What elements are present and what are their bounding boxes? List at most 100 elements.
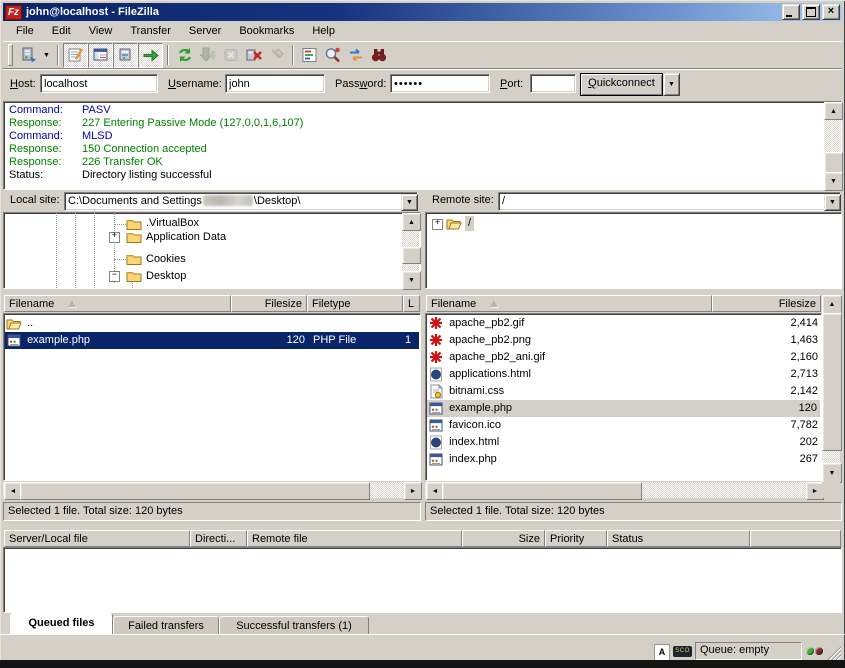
toolbar-grip[interactable] (8, 44, 13, 66)
site-manager-dropdown[interactable]: ▼ (40, 45, 53, 66)
resize-grip[interactable] (826, 645, 841, 660)
activity-led-green (806, 647, 814, 655)
scroll-down-button[interactable]: ▼ (824, 172, 843, 191)
process-queue-button[interactable] (196, 44, 219, 67)
quickconnect-dropdown[interactable]: ▼ (663, 73, 680, 96)
toggle-message-log-button[interactable] (63, 43, 88, 68)
queue-status: Queue: empty (695, 642, 802, 660)
host-input[interactable] (40, 74, 158, 93)
expand-icon[interactable]: + (109, 232, 120, 243)
tab-failed-transfers[interactable]: Failed transfers (113, 616, 219, 634)
cancel-operation-button[interactable] (219, 44, 242, 67)
file-row-selected[interactable]: example.php 120 (427, 400, 820, 417)
disconnect-button[interactable] (242, 44, 265, 67)
file-row[interactable]: apache_pb2_ani.gif 2,160 (428, 349, 819, 366)
expand-icon[interactable]: + (432, 219, 443, 230)
tree-root-label[interactable]: / (465, 216, 474, 231)
open-folder-icon (6, 316, 22, 331)
scroll-up-button[interactable]: ▲ (822, 295, 842, 314)
scroll-thumb[interactable] (20, 482, 370, 500)
username-label: Username: (168, 78, 222, 90)
column-header-filename[interactable]: Filename (4, 295, 231, 312)
column-header-size[interactable]: Size (462, 530, 545, 547)
php-file-icon (428, 452, 444, 467)
file-row-parent[interactable]: .. (6, 315, 418, 332)
toggle-queue-button[interactable] (138, 43, 163, 68)
minimize-button[interactable] (782, 4, 800, 20)
reconnect-button[interactable] (265, 44, 288, 67)
toggle-remote-tree-button[interactable] (113, 43, 138, 68)
menu-transfer[interactable]: Transfer (121, 23, 180, 39)
menu-help[interactable]: Help (303, 23, 344, 39)
apache-image-icon (428, 316, 444, 331)
transfer-type-indicator[interactable]: A (654, 644, 670, 661)
folder-icon (126, 229, 142, 244)
column-header-filesize[interactable]: Filesize (231, 295, 307, 312)
compare-directories-button[interactable] (321, 44, 344, 67)
password-input[interactable] (390, 74, 490, 93)
file-row-selected[interactable]: example.php 120 PHP File 1 (5, 332, 419, 349)
scroll-thumb[interactable] (822, 313, 842, 451)
tab-queued-files[interactable]: Queued files (10, 613, 113, 634)
remote-path-combo[interactable]: / (498, 192, 841, 211)
window-title: john@localhost - FileZilla (26, 6, 780, 18)
cancel-icon (222, 46, 240, 64)
column-header-lastmodified[interactable]: L (403, 295, 420, 312)
menu-bookmarks[interactable]: Bookmarks (230, 23, 303, 39)
file-row[interactable]: apache_pb2.gif 2,414 (428, 315, 819, 332)
scroll-thumb[interactable] (442, 482, 642, 500)
close-button[interactable]: × (822, 4, 840, 20)
port-label: Port: (500, 78, 523, 90)
column-header-status[interactable]: Status (607, 530, 750, 547)
column-header-priority[interactable]: Priority (545, 530, 607, 547)
scroll-up-button[interactable]: ▲ (824, 102, 843, 120)
find-files-button[interactable] (367, 44, 390, 67)
scroll-up-button[interactable]: ▲ (402, 213, 421, 231)
folder-icon (126, 268, 142, 283)
file-row[interactable]: bitnami.css 2,142 (428, 383, 819, 400)
column-header-filename[interactable]: Filename (426, 295, 712, 312)
local-selection-status: Selected 1 file. Total size: 120 bytes (3, 502, 421, 521)
quickconnect-bar: Host: Username: Password: Port: Quickcon… (3, 68, 842, 98)
refresh-button[interactable] (173, 44, 196, 67)
sync-browsing-icon (347, 46, 365, 64)
tab-successful-transfers[interactable]: Successful transfers (1) (219, 616, 369, 634)
username-input[interactable] (225, 74, 325, 93)
column-header-server-local-file[interactable]: Server/Local file (4, 530, 190, 547)
collapse-icon[interactable]: − (109, 271, 120, 282)
local-path-combo[interactable]: C:\Documents and Settings\Desktop\ (64, 192, 418, 211)
column-header-filesize[interactable]: Filesize (712, 295, 821, 312)
file-row[interactable]: apache_pb2.png 1,463 (428, 332, 819, 349)
column-header-filetype[interactable]: Filetype (307, 295, 403, 312)
local-path-dropdown[interactable]: ▼ (401, 194, 418, 211)
quickconnect-button[interactable]: Quickconnect (580, 73, 663, 96)
column-header-direction[interactable]: Directi... (190, 530, 247, 547)
scroll-right-button[interactable]: ► (404, 482, 422, 500)
directory-filter-button[interactable] (298, 44, 321, 67)
menu-file[interactable]: File (7, 23, 43, 39)
remote-path-dropdown[interactable]: ▼ (824, 194, 841, 211)
menu-server[interactable]: Server (180, 23, 230, 39)
remote-site-label: Remote site: (427, 192, 499, 211)
encryption-badge[interactable]: SCO (673, 646, 692, 657)
scroll-thumb[interactable] (824, 152, 843, 173)
scroll-thumb[interactable] (402, 247, 421, 264)
file-row[interactable]: index.html 202 (428, 434, 819, 451)
toggle-local-tree-button[interactable] (88, 43, 113, 68)
toolbar: ▼ (3, 41, 842, 68)
file-row[interactable]: favicon.ico 7,782 (428, 417, 819, 434)
synchronized-browsing-button[interactable] (344, 44, 367, 67)
scroll-down-button[interactable]: ▼ (822, 463, 842, 483)
file-row[interactable]: applications.html 2,713 (428, 366, 819, 383)
maximize-button[interactable] (802, 4, 820, 20)
column-header-remote-file[interactable]: Remote file (247, 530, 462, 547)
site-manager-button[interactable] (17, 44, 40, 67)
message-log: Command:PASV Response:227 Entering Passi… (3, 101, 842, 190)
activity-led-red (815, 647, 823, 655)
menu-edit[interactable]: Edit (43, 23, 80, 39)
scroll-down-button[interactable]: ▼ (402, 271, 421, 290)
menu-view[interactable]: View (80, 23, 122, 39)
title-bar: Fz john@localhost - FileZilla × (3, 3, 842, 21)
file-row[interactable]: index.php 267 (428, 451, 819, 468)
port-input[interactable] (530, 74, 576, 93)
